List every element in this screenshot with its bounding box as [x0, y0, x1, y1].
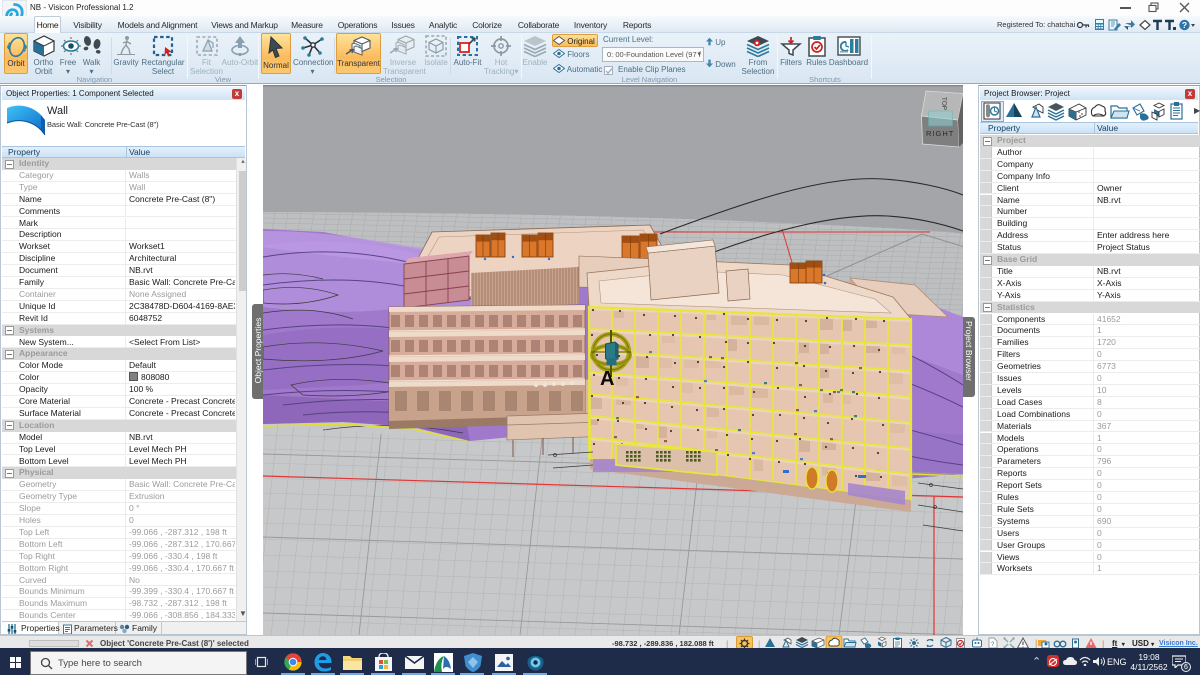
svg-text:TOP: TOP	[940, 97, 947, 110]
svg-text:RIGHT: RIGHT	[926, 129, 954, 138]
svg-text:|: |	[1035, 638, 1037, 648]
svg-text:A: A	[600, 368, 614, 390]
svg-text:?: ?	[1182, 20, 1187, 30]
